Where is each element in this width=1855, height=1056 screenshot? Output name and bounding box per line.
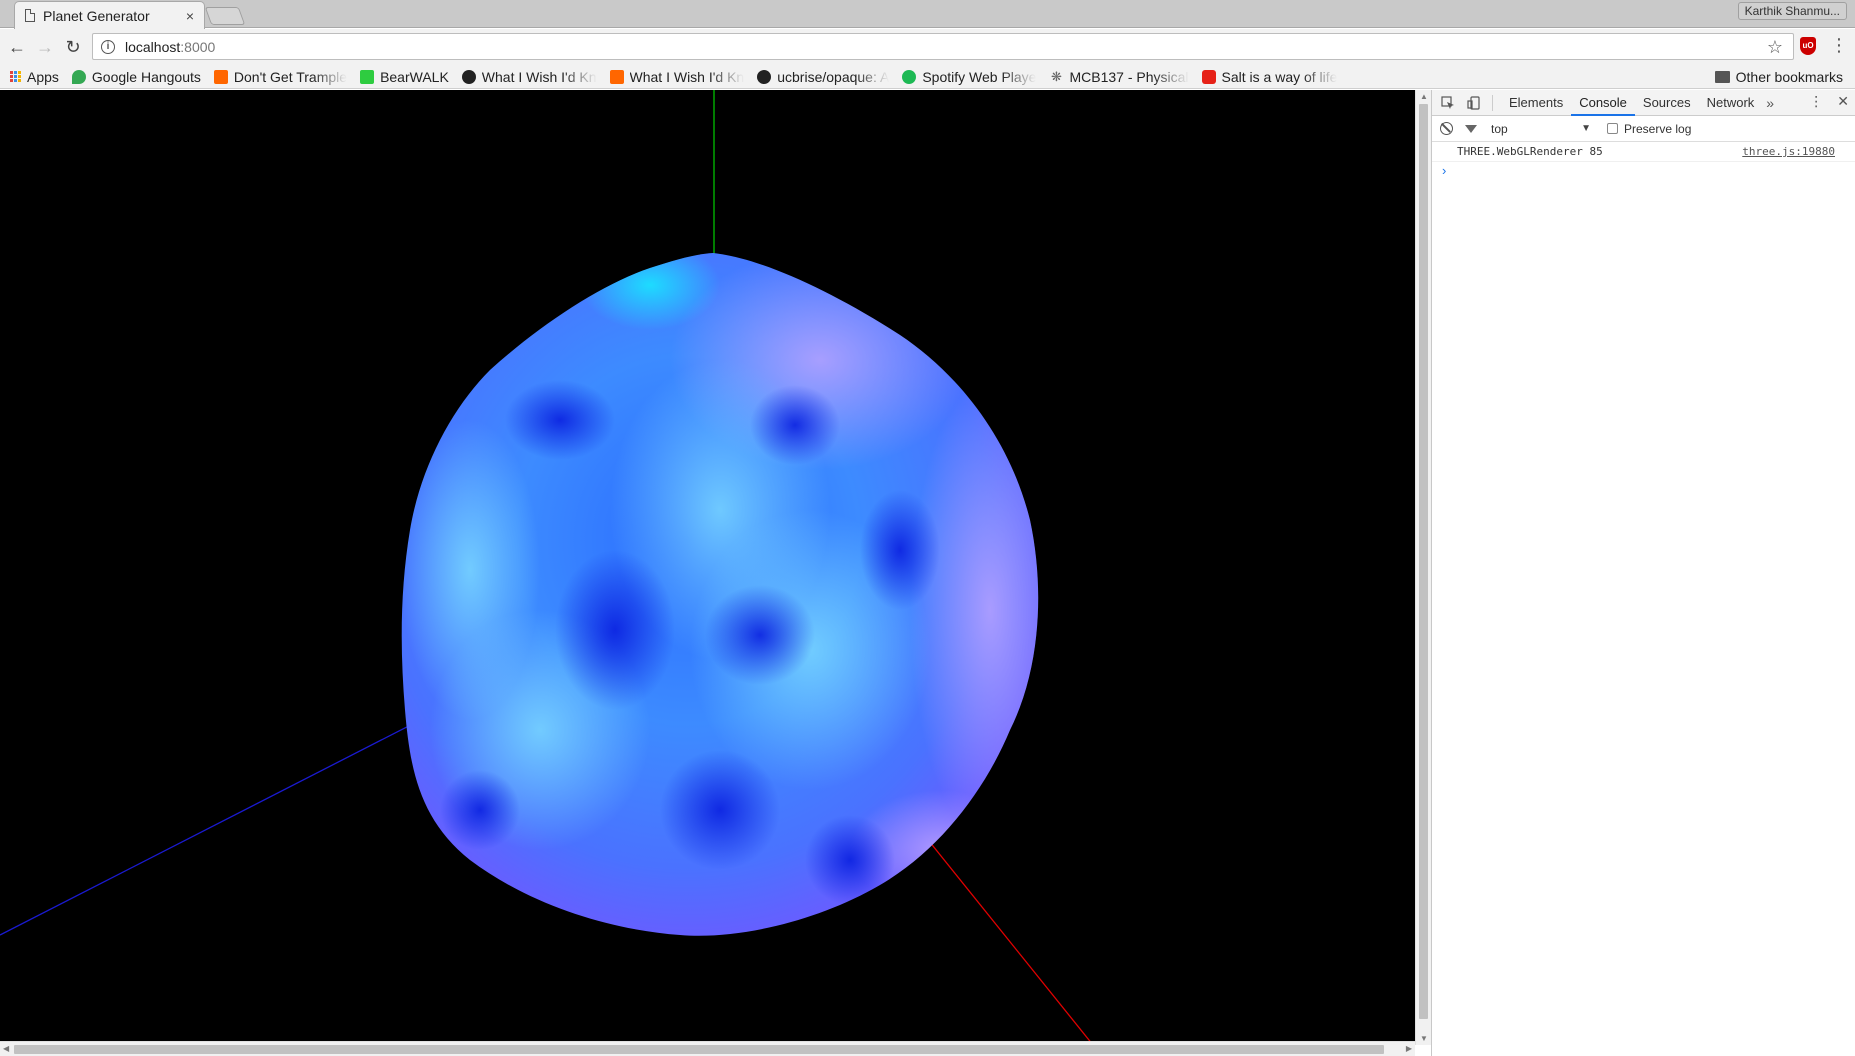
- other-bookmarks-label: Other bookmarks: [1735, 69, 1843, 85]
- divider: [1492, 94, 1493, 111]
- devtools-tabbar: Elements Console Sources Network » ⋮ ✕: [1432, 90, 1855, 116]
- tab-console[interactable]: Console: [1571, 90, 1635, 116]
- context-selector[interactable]: top ▼: [1491, 122, 1591, 136]
- console-toolbar: top ▼ Preserve log: [1432, 116, 1855, 142]
- chevron-down-icon: ▼: [1581, 123, 1591, 134]
- address-bar[interactable]: i localhost:8000 ☆: [92, 33, 1794, 60]
- clear-console-icon[interactable]: [1440, 122, 1453, 135]
- devtools-close-icon[interactable]: ✕: [1837, 93, 1849, 110]
- tab-sources[interactable]: Sources: [1635, 90, 1699, 116]
- bookmark-dont-get-trampled[interactable]: Don't Get Trample: [213, 68, 348, 85]
- apps-grid-icon: [10, 71, 21, 82]
- vertical-scrollbar[interactable]: ▲ ▼: [1415, 90, 1431, 1045]
- reload-icon[interactable]: ↻: [62, 36, 84, 58]
- back-arrow-icon[interactable]: ←: [6, 36, 28, 58]
- toolbar: ← → ↻ i localhost:8000 ☆ uO ⋮: [0, 29, 1855, 65]
- bookmark-label: Don't Get Trample: [233, 68, 348, 85]
- mcb-icon: ❋: [1051, 68, 1062, 84]
- info-icon[interactable]: i: [101, 39, 115, 54]
- device-toolbar-icon[interactable]: [1464, 93, 1484, 113]
- console-source-link[interactable]: three.js:19880: [1742, 145, 1835, 158]
- spotify-icon: [902, 69, 917, 84]
- bookmark-label: Google Hangouts: [91, 68, 201, 85]
- bookmark-bearwalk[interactable]: BearWALK: [360, 69, 449, 85]
- bookmark-label: MCB137 - Physical: [1069, 68, 1189, 85]
- console-prompt[interactable]: ›: [1432, 162, 1855, 180]
- webgl-canvas[interactable]: [0, 90, 1415, 1045]
- scroll-right-arrow-icon[interactable]: ▶: [1406, 1044, 1412, 1053]
- url-port: :8000: [180, 38, 216, 55]
- context-label: top: [1491, 121, 1508, 136]
- bookmark-label: BearWALK: [380, 68, 449, 85]
- tab-title: Planet Generator: [43, 7, 150, 24]
- bookmark-label: Spotify Web Playe: [922, 68, 1037, 85]
- url-host: localhost: [125, 38, 181, 55]
- bookmark-what-i-wish-hn[interactable]: What I Wish I'd Kn: [609, 68, 745, 85]
- youtube-icon: [1201, 69, 1216, 84]
- tab-network[interactable]: Network: [1699, 90, 1763, 116]
- filter-icon[interactable]: [1465, 124, 1477, 133]
- bookmark-apps[interactable]: Apps: [10, 69, 59, 85]
- bookmark-label: Salt is a way of life: [1221, 68, 1338, 85]
- bookmark-google-hangouts[interactable]: Google Hangouts: [71, 68, 201, 85]
- bookmark-salt[interactable]: Salt is a way of life: [1201, 68, 1338, 85]
- url-text: localhost:8000: [125, 39, 215, 55]
- scroll-left-arrow-icon[interactable]: ◀: [3, 1044, 9, 1053]
- scroll-up-arrow-icon[interactable]: ▲: [1420, 92, 1428, 101]
- other-bookmarks[interactable]: Other bookmarks: [1714, 69, 1843, 85]
- console-message-text: THREE.WebGLRenderer 85: [1457, 145, 1603, 158]
- bookmark-star-icon[interactable]: ☆: [1767, 37, 1783, 58]
- forward-arrow-icon[interactable]: →: [34, 36, 56, 58]
- preserve-log-label: Preserve log: [1624, 121, 1692, 136]
- tab-planet-generator[interactable]: Planet Generator ×: [14, 1, 205, 29]
- bookmark-label: What I Wish I'd Kn: [629, 68, 745, 85]
- tab-close-icon[interactable]: ×: [186, 8, 194, 24]
- devtools-panel: Elements Console Sources Network » ⋮ ✕ t…: [1431, 90, 1855, 1056]
- z-axis-line: [0, 709, 441, 936]
- bearwalk-icon: [360, 69, 375, 84]
- bookmark-mcb137[interactable]: ❋ MCB137 - Physical: [1049, 68, 1189, 85]
- planet: [401, 253, 1039, 936]
- github-icon: [757, 69, 772, 84]
- folder-icon: [1714, 71, 1730, 83]
- new-tab-button[interactable]: [204, 7, 246, 25]
- chrome-menu-icon[interactable]: ⋮: [1830, 35, 1848, 55]
- preserve-log-checkbox[interactable]: [1607, 123, 1618, 134]
- scroll-down-arrow-icon[interactable]: ▼: [1420, 1034, 1428, 1043]
- bookmark-label: What I Wish I'd Kn: [481, 68, 597, 85]
- browser-window: Planet Generator × Karthik Shanmu... ← →…: [0, 0, 1855, 1056]
- planet-scene: [0, 90, 1094, 1045]
- hangouts-icon: [71, 69, 86, 84]
- bookmark-ucbrise-opaque[interactable]: ucbrise/opaque: A: [757, 69, 889, 85]
- inspect-element-icon[interactable]: [1438, 93, 1458, 113]
- devtools-actions: ⋮ ✕: [1809, 93, 1849, 110]
- bookmark-label: Apps: [27, 68, 59, 85]
- bookmarks-bar: Apps Google Hangouts Don't Get Trample B…: [0, 65, 1855, 89]
- horizontal-scroll-thumb[interactable]: [14, 1045, 1384, 1054]
- profile-button[interactable]: Karthik Shanmu...: [1737, 2, 1847, 20]
- document-icon: [25, 9, 35, 22]
- ycombinator-icon: [213, 69, 228, 84]
- bookmark-what-i-wish-github[interactable]: What I Wish I'd Kn: [461, 68, 597, 85]
- devtools-menu-icon[interactable]: ⋮: [1809, 93, 1823, 110]
- bookmark-label: ucbrise/opaque: A: [777, 68, 890, 85]
- bookmark-spotify[interactable]: Spotify Web Playe: [902, 69, 1036, 85]
- github-icon: [461, 69, 476, 84]
- horizontal-scrollbar[interactable]: ◀ ▶: [0, 1041, 1415, 1056]
- more-tabs-icon[interactable]: »: [1766, 95, 1774, 111]
- ycombinator-icon: [609, 69, 624, 84]
- console-message: THREE.WebGLRenderer 85 three.js:19880: [1432, 142, 1855, 162]
- ublock-extension-icon[interactable]: uO: [1800, 37, 1816, 55]
- vertical-scroll-thumb[interactable]: [1419, 104, 1428, 1019]
- tab-strip: Planet Generator × Karthik Shanmu...: [0, 0, 1855, 29]
- tab-elements[interactable]: Elements: [1501, 90, 1571, 116]
